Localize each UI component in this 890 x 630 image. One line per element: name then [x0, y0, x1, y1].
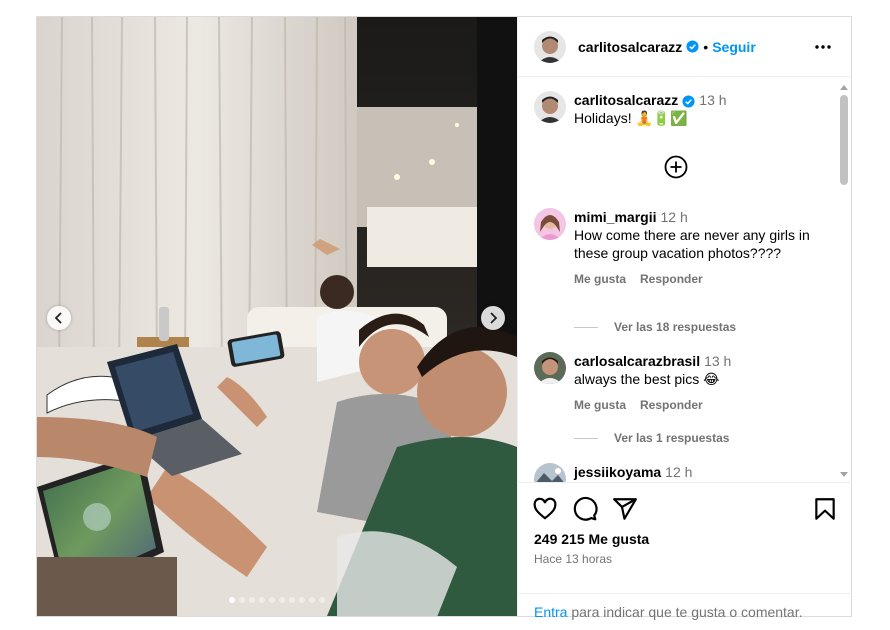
scrollbar-thumb[interactable]	[840, 95, 848, 185]
login-prompt-text: para indicar que te gusta o comentar.	[567, 604, 803, 620]
commenter-avatar[interactable]	[534, 352, 566, 384]
photo-illustration	[37, 17, 517, 616]
carousel-dot	[309, 597, 315, 603]
save-bookmark-icon[interactable]	[812, 496, 838, 522]
more-options-icon[interactable]	[813, 37, 833, 57]
view-replies-button[interactable]: Ver las 1 respuestas	[574, 431, 729, 445]
comment-text: How come there are never any girls in th…	[574, 227, 810, 261]
load-more-comments-icon[interactable]	[664, 155, 688, 179]
carousel-dot	[229, 597, 235, 603]
chevron-right-icon	[490, 312, 498, 324]
follow-button[interactable]: Seguir	[712, 39, 756, 55]
post-footer: 249 215 Me gusta Hace 13 horas Entra par…	[518, 482, 852, 620]
avatar-image	[534, 352, 566, 384]
carousel-dot	[269, 597, 275, 603]
comment-like-button[interactable]: Me gusta	[574, 398, 626, 412]
instagram-post: carlitosalcarazz • Seguir carlitosalcara…	[36, 16, 852, 620]
action-bar	[532, 496, 838, 522]
carousel-dot	[259, 597, 265, 603]
caption-avatar[interactable]	[534, 91, 566, 123]
view-replies-label: Ver las 1 respuestas	[614, 431, 730, 445]
comment-actions: Me gusta Responder	[574, 270, 828, 288]
scroll-down-arrow-icon[interactable]	[839, 471, 849, 479]
post-photo	[37, 17, 517, 616]
view-replies-button[interactable]: Ver las 18 respuestas	[574, 320, 736, 334]
caption-text: Holidays! 🧘🔋✅	[574, 110, 688, 126]
like-heart-icon[interactable]	[532, 496, 558, 522]
author-username[interactable]: carlitosalcarazz	[578, 39, 682, 55]
likes-count[interactable]: 249 215 Me gusta	[534, 531, 649, 547]
comment-username[interactable]: mimi_margii	[574, 209, 656, 225]
comment-reply-button[interactable]: Responder	[640, 272, 703, 286]
carousel-dot	[299, 597, 305, 603]
login-prompt: Entra para indicar que te gusta o coment…	[518, 593, 852, 630]
post-sidebar: carlitosalcarazz • Seguir carlitosalcara…	[517, 17, 852, 620]
comments-scrollbar[interactable]	[840, 144, 850, 482]
avatar-image	[534, 463, 566, 482]
caption-username[interactable]: carlitosalcarazz	[574, 92, 678, 108]
commenter-avatar[interactable]	[534, 208, 566, 240]
post-header: carlitosalcarazz • Seguir	[518, 17, 851, 77]
comment-bubble-icon[interactable]	[572, 496, 598, 522]
comment-reply-button[interactable]: Responder	[640, 398, 703, 412]
chevron-left-icon	[54, 312, 62, 324]
carousel-next-button[interactable]	[481, 306, 505, 330]
comments-list[interactable]: carlitosalcarazz 13 h Holidays! 🧘🔋✅ mimi_	[518, 78, 852, 482]
comment-like-button[interactable]: Me gusta	[574, 272, 626, 286]
carousel-dot	[249, 597, 255, 603]
comment-time: 12 h	[665, 464, 693, 480]
view-replies-label: Ver las 18 respuestas	[614, 320, 737, 334]
comment-text: always the best pics 😂	[574, 371, 720, 387]
scroll-up-arrow-icon[interactable]	[839, 83, 849, 91]
comment-time: 13 h	[704, 353, 732, 369]
carousel-dot	[239, 597, 245, 603]
login-link[interactable]: Entra	[534, 604, 567, 620]
comment-actions: Me gusta Responder	[574, 396, 828, 414]
carousel-dot	[289, 597, 295, 603]
post-timestamp: Hace 13 horas	[534, 552, 613, 566]
carousel-dot	[279, 597, 285, 603]
avatar-image	[534, 91, 566, 123]
verified-badge-icon	[682, 95, 695, 108]
comment-body: jessiikoyama12 h ❤️❤️	[574, 463, 828, 482]
replies-divider	[574, 326, 598, 328]
caption-body: carlitosalcarazz 13 h Holidays! 🧘🔋✅	[574, 91, 828, 127]
comment-body: mimi_margii 12 h How come there are never…	[574, 208, 828, 288]
carousel-dot	[319, 597, 325, 603]
comment-body: carlosalcarazbrasil 13 h always the best …	[574, 352, 828, 414]
carousel-previous-button[interactable]	[47, 306, 71, 330]
comment-time: 12 h	[660, 209, 688, 225]
share-send-icon[interactable]	[612, 496, 638, 522]
comment-username[interactable]: jessiikoyama	[574, 464, 661, 480]
header-separator: •	[703, 38, 709, 55]
carousel-dots	[37, 597, 517, 603]
verified-badge-icon	[686, 40, 699, 53]
commenter-avatar[interactable]	[534, 463, 566, 482]
caption-time: 13 h	[699, 92, 727, 108]
avatar-image	[534, 30, 566, 63]
author-avatar[interactable]	[534, 30, 566, 63]
comment-username[interactable]: carlosalcarazbrasil	[574, 353, 700, 369]
avatar-image	[534, 208, 566, 240]
replies-divider	[574, 437, 598, 439]
